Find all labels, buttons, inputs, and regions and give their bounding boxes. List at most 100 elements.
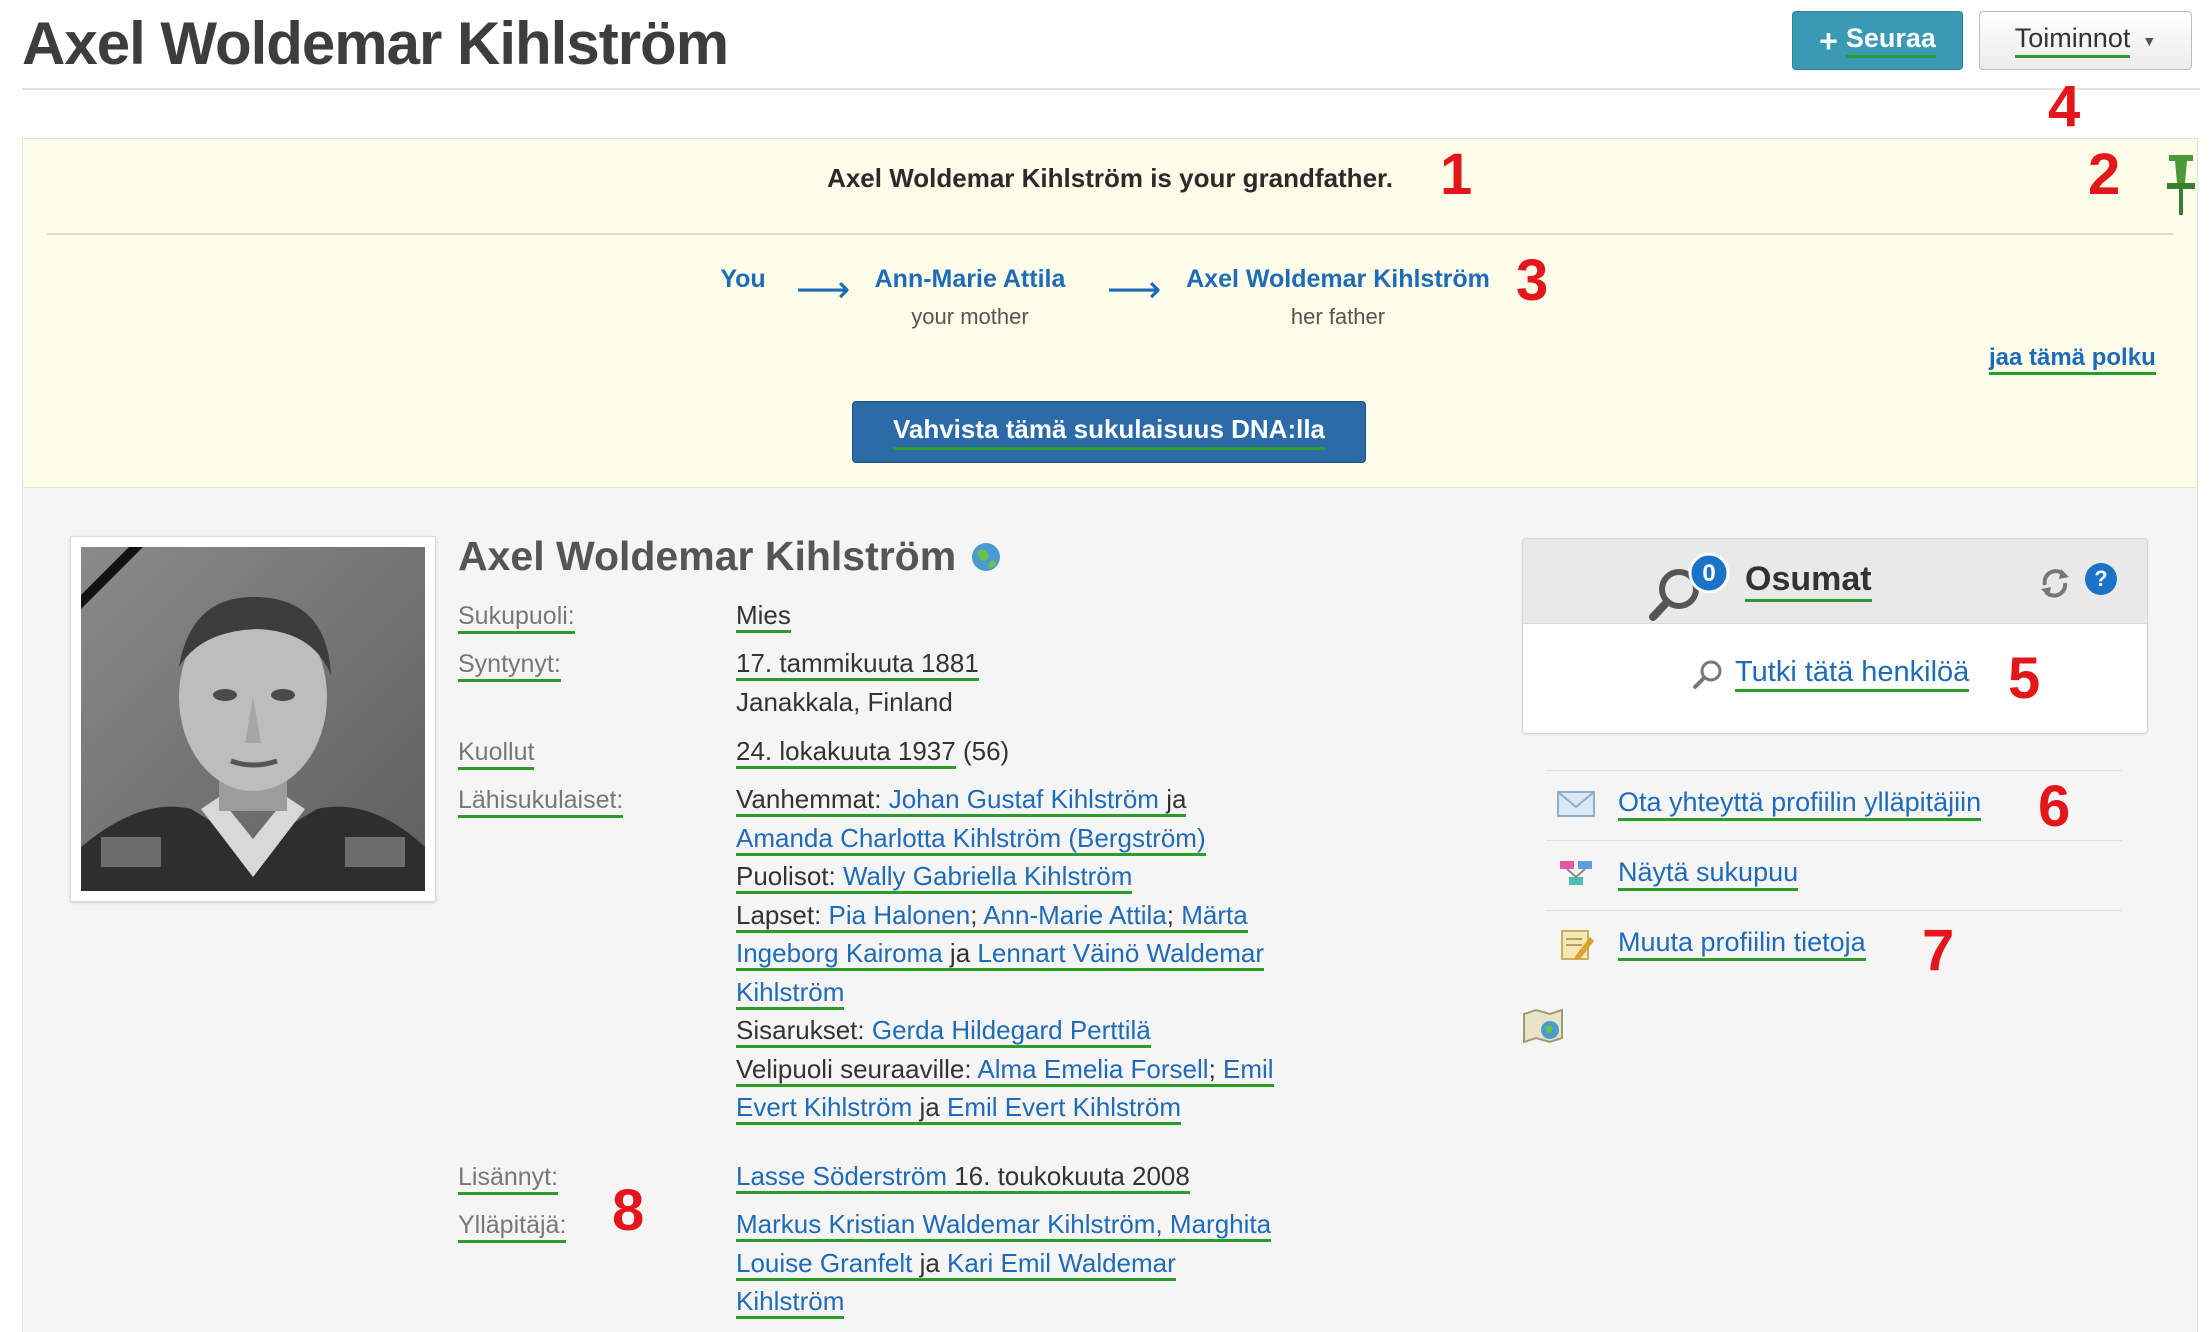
child-link[interactable]: Ingeborg Kairoma (736, 938, 943, 968)
died-label: Kuollut (458, 737, 535, 770)
globe-icon (972, 542, 1001, 571)
spouses-label: Puolisot: (736, 861, 836, 891)
plus-icon: + (1819, 22, 1838, 59)
siblings-label: Sisarukset: (736, 1015, 865, 1045)
edit-icon (1561, 929, 1594, 960)
path-relation: your mother (911, 304, 1029, 329)
half-sibling-link[interactable]: Emil (1223, 1054, 1274, 1084)
relationship-divider (47, 233, 2173, 235)
separator: ; (1208, 1053, 1216, 1084)
matches-count: 0 (1702, 560, 1715, 587)
half-sibling-link[interactable]: Alma Emelia Forsell (977, 1054, 1208, 1084)
profile-page: Axel Woldemar Kihlström + Seuraa Toiminn… (0, 0, 2211, 1332)
separator: ; (1166, 899, 1174, 930)
death-age: (56) (962, 736, 1010, 766)
half-sibling-link[interactable]: Evert Kihlström (736, 1092, 912, 1122)
path-name[interactable]: You (693, 265, 793, 294)
actions-button-label: Toiminnot (2014, 23, 2131, 58)
profile-name-heading: Axel Woldemar Kihlström (458, 533, 1002, 580)
annotation-marker-4: 4 (2048, 74, 2081, 139)
research-person-link[interactable]: Tutki tätä henkilöä (1735, 655, 1970, 692)
manager-link[interactable]: Louise Granfelt (736, 1248, 912, 1278)
conjunction: ja (1166, 784, 1187, 814)
matches-title[interactable]: Osumat (1745, 559, 1872, 602)
manager-link[interactable]: Markus Kristian Waldemar Kihlström, Marg… (736, 1209, 1271, 1239)
caret-down-icon: ▼ (2142, 32, 2157, 49)
path-name[interactable]: Axel Woldemar Kihlström (1173, 265, 1503, 294)
spouse-link[interactable]: Wally Gabriella Kihlström (843, 861, 1132, 891)
follow-button-label: Seuraa (1845, 23, 1936, 58)
follow-button[interactable]: + Seuraa (1792, 11, 1963, 70)
annotation-marker-8: 8 (612, 1178, 645, 1243)
pin-icon[interactable] (2163, 153, 2199, 217)
profile-photo[interactable] (70, 536, 436, 902)
annotation-marker-3: 3 (1516, 248, 1549, 313)
died-value: 24. lokakuuta 1937 (56) (736, 732, 1356, 771)
birth-date: 17. tammikuuta 1881 (736, 648, 979, 681)
show-tree-row[interactable]: Näytä sukupuu (1556, 856, 1799, 891)
managers-value: Markus Kristian Waldemar Kihlström, Marg… (736, 1205, 1356, 1321)
managers-label: Ylläpitäjä: (458, 1210, 567, 1243)
child-link[interactable]: Kihlström (736, 977, 844, 1007)
research-person-row[interactable]: Tutki tätä henkilöä (1691, 655, 1970, 692)
manager-link[interactable]: Kari Emil Waldemar (947, 1248, 1176, 1278)
dna-button-label: Vahvista tämä sukulaisuus DNA:lla (892, 414, 1326, 450)
annotation-marker-7: 7 (1922, 918, 1955, 983)
profile-name: Axel Woldemar Kihlström (458, 533, 957, 579)
born-value: 17. tammikuuta 1881 Janakkala, Finland (736, 644, 1356, 721)
mourning-ribbon-icon (81, 547, 143, 609)
share-path-link[interactable]: jaa tämä polku (1989, 344, 2156, 375)
annotation-marker-5: 5 (2008, 646, 2041, 711)
parent-link[interactable]: Johan Gustaf Kihlström (889, 784, 1159, 814)
envelope-icon (1557, 790, 1595, 817)
contact-managers-link[interactable]: Ota yhteyttä profiilin ylläpitäjiin (1618, 786, 1982, 821)
show-tree-link[interactable]: Näytä sukupuu (1618, 856, 1799, 891)
arrow-right-icon: ⟶ (796, 269, 851, 311)
help-icon[interactable]: ? (2085, 563, 2117, 595)
relationship-panel: Axel Woldemar Kihlström is your grandfat… (22, 138, 2198, 488)
conjunction: ja (949, 938, 971, 968)
side-divider (1546, 910, 2122, 911)
gender-text: Mies (736, 600, 791, 633)
half-sibling-link[interactable]: Emil Evert Kihlström (947, 1092, 1181, 1122)
edit-profile-link[interactable]: Muuta profiilin tietoja (1618, 926, 1866, 961)
annotation-marker-2: 2 (2088, 142, 2121, 207)
gender-label: Sukupuoli: (458, 601, 575, 634)
relationship-statement: Axel Woldemar Kihlström is your grandfat… (827, 163, 1393, 193)
sibling-link[interactable]: Gerda Hildegard Perttilä (872, 1015, 1151, 1045)
refresh-icon[interactable] (2037, 565, 2073, 601)
added-by-label: Lisännyt: (458, 1162, 559, 1195)
confirm-dna-button[interactable]: Vahvista tämä sukulaisuus DNA:lla (852, 401, 1366, 463)
search-icon (1693, 660, 1722, 689)
birth-place: Janakkala, Finland (736, 686, 953, 717)
manager-link[interactable]: Kihlström (736, 1286, 844, 1316)
edit-profile-row[interactable]: Muuta profiilin tietoja (1556, 926, 1866, 961)
children-label: Lapset: (736, 899, 822, 930)
half-siblings-label: Velipuoli seuraaville: (736, 1053, 972, 1084)
child-link[interactable]: Lennart Väinö Waldemar (977, 938, 1264, 968)
conjunction: ja (919, 1092, 940, 1122)
added-by-link[interactable]: Lasse Söderström (736, 1161, 947, 1191)
child-link[interactable]: Ann-Marie Attila (983, 900, 1167, 930)
annotation-marker-6: 6 (2038, 774, 2071, 839)
parent-link[interactable]: Amanda Charlotta Kihlström (Bergström) (736, 823, 1206, 853)
path-name[interactable]: Ann-Marie Attila (865, 265, 1075, 294)
header-divider (22, 88, 2200, 90)
parents-label: Vanhemmat: (736, 784, 882, 814)
map-icon[interactable] (1522, 1008, 1564, 1044)
side-divider (1546, 770, 2122, 771)
path-node-grandfather[interactable]: Axel Woldemar Kihlström her father (1173, 265, 1503, 330)
actions-dropdown-button[interactable]: Toiminnot ▼ (1979, 11, 2192, 70)
added-by-value: Lasse Söderström 16. toukokuuta 2008 (736, 1157, 1356, 1196)
child-link[interactable]: Pia Halonen (829, 900, 971, 930)
gender-value: Mies (736, 596, 1356, 635)
path-node-you[interactable]: You (693, 265, 793, 294)
side-divider (1546, 840, 2122, 841)
arrow-right-icon: ⟶ (1107, 269, 1162, 311)
separator: ; (970, 899, 978, 930)
contact-managers-row[interactable]: Ota yhteyttä profiilin ylläpitäjiin (1556, 786, 1982, 821)
annotation-marker-1: 1 (1440, 142, 1473, 207)
matches-magnifier-icon[interactable]: 0 (1647, 551, 1731, 623)
child-link[interactable]: Märta (1181, 900, 1247, 930)
path-node-mother[interactable]: Ann-Marie Attila your mother (865, 265, 1075, 330)
